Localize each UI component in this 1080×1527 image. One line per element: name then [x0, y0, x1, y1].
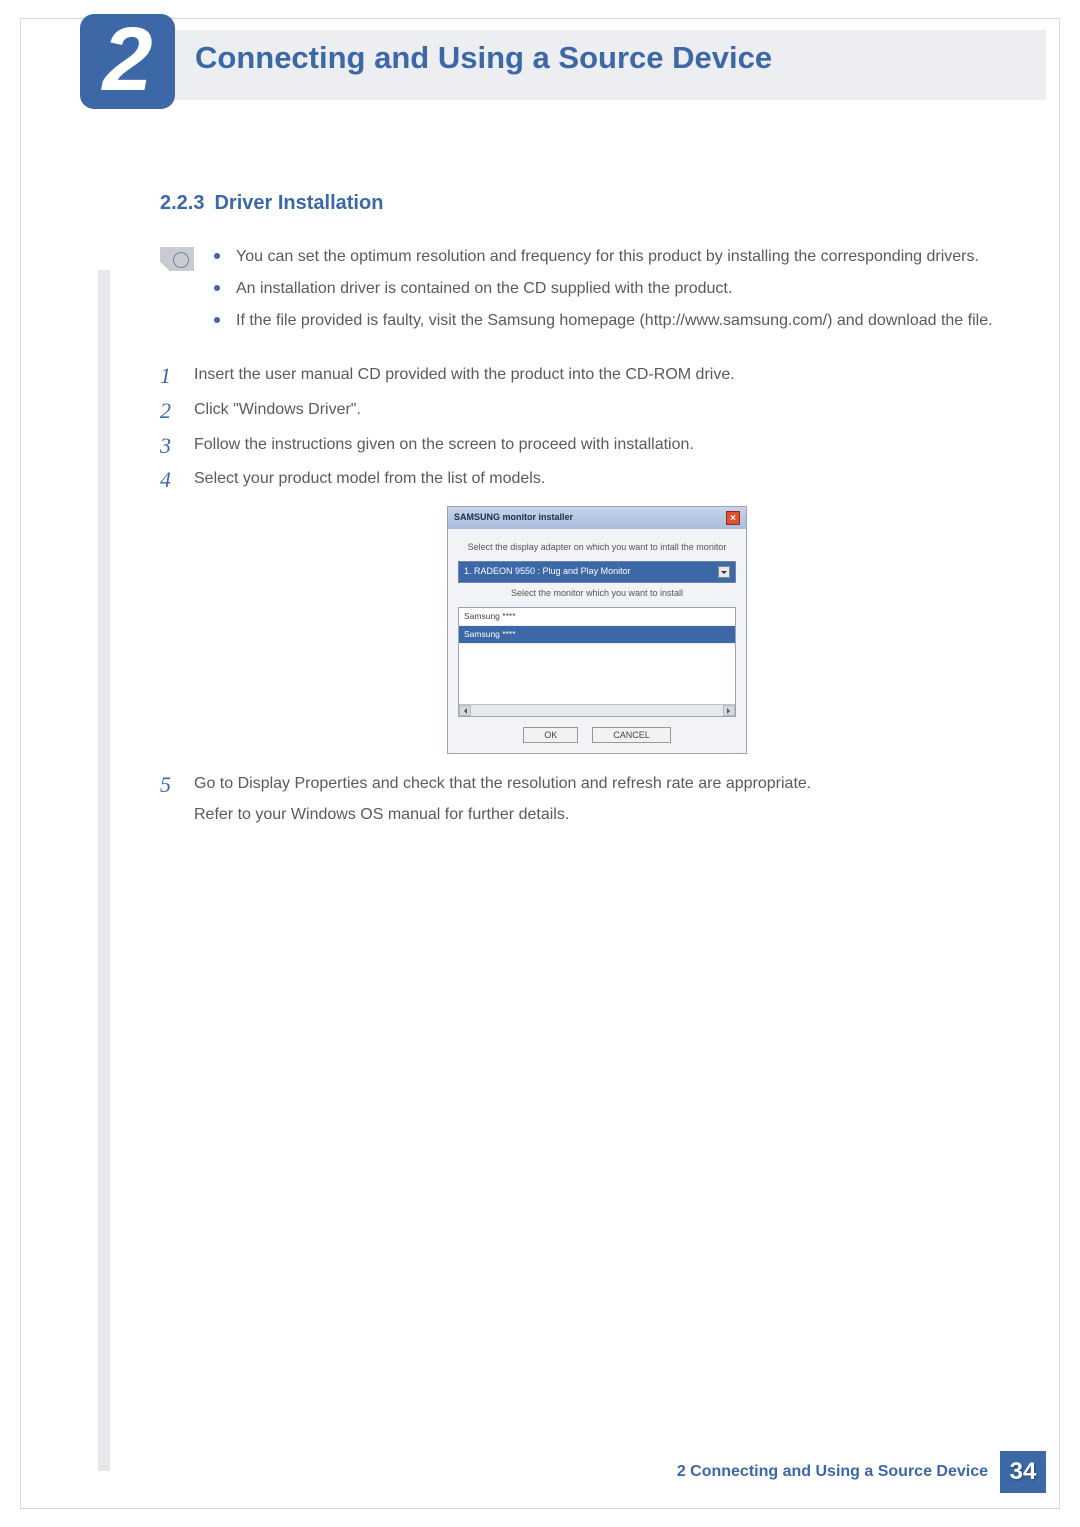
section-title: Driver Installation: [214, 192, 383, 214]
step-item: 1 Insert the user manual CD provided wit…: [160, 363, 1000, 388]
step-number: 3: [160, 429, 171, 463]
note-item: An installation driver is contained on t…: [214, 277, 1000, 301]
installer-buttons: OK CANCEL: [458, 727, 736, 743]
scroll-right-icon[interactable]: [723, 705, 735, 716]
installer-adapter-label: Select the display adapter on which you …: [458, 541, 736, 555]
step-item: 2 Click "Windows Driver".: [160, 398, 1000, 423]
step-text: Insert the user manual CD provided with …: [194, 366, 735, 383]
section-heading: 2.2.3 Driver Installation: [160, 192, 1000, 215]
footer-page-number: 34: [1000, 1451, 1046, 1493]
chapter-title: Connecting and Using a Source Device: [195, 40, 772, 76]
note-block: You can set the optimum resolution and f…: [160, 245, 1000, 341]
chapter-number-badge: 2: [80, 14, 175, 109]
left-margin-stripe: [98, 270, 110, 1471]
step-number: 2: [160, 394, 171, 428]
installer-adapter-select[interactable]: 1. RADEON 9550 : Plug and Play Monitor: [458, 561, 736, 583]
installer-title-text: SAMSUNG monitor installer: [454, 511, 573, 525]
note-list: You can set the optimum resolution and f…: [214, 245, 1000, 341]
installer-body: Select the display adapter on which you …: [448, 529, 746, 753]
note-icon: [160, 247, 194, 271]
installer-dialog: SAMSUNG monitor installer × Select the d…: [447, 506, 747, 754]
step-item: 4 Select your product model from the lis…: [160, 467, 1000, 754]
step-text: Click "Windows Driver".: [194, 401, 361, 418]
step-number: 1: [160, 359, 171, 393]
step-item: 5 Go to Display Properties and check tha…: [160, 772, 1000, 828]
note-item: You can set the optimum resolution and f…: [214, 245, 1000, 269]
installer-monitor-list[interactable]: Samsung **** Samsung ****: [458, 607, 736, 717]
installer-monitor-label: Select the monitor which you want to ins…: [458, 587, 736, 601]
installer-adapter-value: 1. RADEON 9550 : Plug and Play Monitor: [464, 565, 631, 579]
step-text: Follow the instructions given on the scr…: [194, 436, 694, 453]
close-icon[interactable]: ×: [726, 511, 740, 525]
page-footer: 2 Connecting and Using a Source Device 3…: [677, 1451, 1046, 1493]
list-item[interactable]: Samsung ****: [459, 608, 735, 626]
note-item: If the file provided is faulty, visit th…: [214, 309, 1000, 333]
step-text: Go to Display Properties and check that …: [194, 775, 811, 792]
step-number: 5: [160, 768, 171, 802]
page-content: 2.2.3 Driver Installation You can set the…: [160, 192, 1000, 838]
step-number: 4: [160, 463, 171, 497]
chevron-down-icon[interactable]: [718, 566, 730, 578]
ok-button[interactable]: OK: [523, 727, 578, 743]
cancel-button[interactable]: CANCEL: [592, 727, 671, 743]
step-text-extra: Refer to your Windows OS manual for furt…: [194, 803, 1000, 828]
step-item: 3 Follow the instructions given on the s…: [160, 433, 1000, 458]
step-text: Select your product model from the list …: [194, 470, 545, 487]
list-item[interactable]: Samsung ****: [459, 626, 735, 644]
scrollbar[interactable]: [459, 704, 735, 716]
footer-chapter-text: 2 Connecting and Using a Source Device: [677, 1463, 988, 1481]
chapter-number: 2: [102, 15, 152, 105]
section-number: 2.2.3: [160, 192, 204, 214]
installer-titlebar: SAMSUNG monitor installer ×: [448, 507, 746, 529]
scroll-left-icon[interactable]: [459, 705, 471, 716]
steps-list: 1 Insert the user manual CD provided wit…: [160, 363, 1000, 828]
